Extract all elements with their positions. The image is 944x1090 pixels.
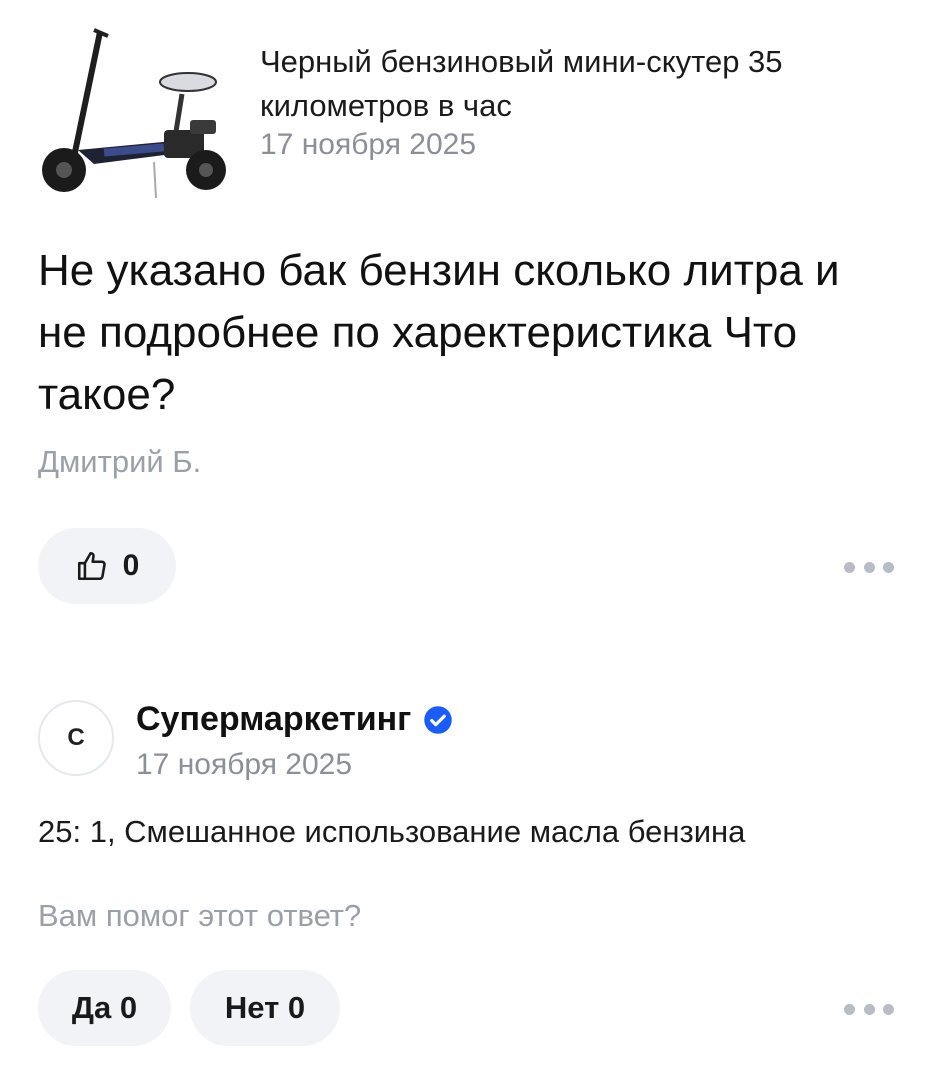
question-author: Дмитрий Б. [38,444,202,479]
helpful-yes-button[interactable]: Да 0 [38,970,171,1046]
answer-author-row[interactable]: Супермаркетинг [136,700,453,739]
more-dot [863,1003,875,1015]
verified-badge-icon [424,705,453,734]
more-dot [844,1003,855,1015]
answer-date: 17 ноября 2025 [136,748,353,781]
like-button[interactable]: 0 [38,528,176,604]
more-dot [863,561,875,573]
like-count: 0 [122,549,140,582]
helpful-question: Вам помог этот ответ? [38,898,362,933]
product-date: 17 ноября 2025 [260,128,477,161]
scooter-image [42,28,226,199]
more-dot [883,1003,894,1015]
product-image[interactable] [34,22,244,204]
more-dot [844,561,855,573]
question-more-button[interactable] [844,557,894,577]
product-title[interactable]: Черный бензиновый мини-скутер 35 километ… [260,40,900,128]
more-dot [883,561,894,573]
thumbs-up-icon [77,551,106,581]
shop-name[interactable]: Супермаркетинг [136,700,411,739]
answer-more-button[interactable] [844,999,894,1019]
answer-text: 25: 1, Смешанное использование масла бен… [38,814,746,849]
avatar[interactable]: С [38,700,114,776]
question-text: Не указано бак бензин сколько литра и не… [38,246,840,419]
helpful-no-button[interactable]: Нет 0 [190,970,340,1046]
